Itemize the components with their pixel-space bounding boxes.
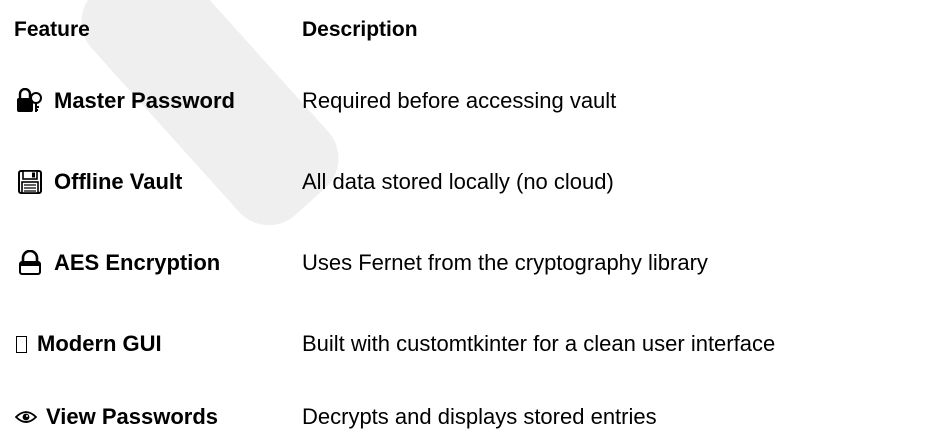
lock-icon (14, 250, 46, 276)
description-cell: Built with customtkinter for a clean use… (302, 331, 776, 356)
table-row: AES Encryption Uses Fernet from the cryp… (0, 243, 946, 283)
description-cell: Decrypts and displays stored entries (302, 404, 657, 429)
feature-label: Modern GUI (37, 331, 162, 356)
feature-column-header: Feature (14, 18, 90, 41)
description-column-header: Description (302, 18, 418, 41)
feature-cell: Offline Vault (14, 162, 182, 202)
missing-glyph-icon (16, 335, 27, 353)
feature-cell: Modern GUI (14, 324, 162, 364)
table-row: Master Password Required before accessin… (0, 81, 946, 121)
key-lock-icon (14, 88, 46, 114)
feature-label: Master Password (54, 88, 235, 113)
feature-cell: AES Encryption (14, 243, 220, 283)
table-row: Offline Vault All data stored locally (n… (0, 162, 946, 202)
table-row: View Passwords Decrypts and displays sto… (0, 397, 946, 437)
table-header-row: Feature Description (0, 10, 946, 50)
table-row: Modern GUI Built with customtkinter for … (0, 324, 946, 364)
feature-cell: View Passwords (14, 397, 218, 437)
feature-label: View Passwords (46, 404, 219, 429)
description-cell: Uses Fernet from the cryptography librar… (302, 250, 708, 275)
feature-label: Offline Vault (54, 169, 183, 194)
feature-cell: Master Password (14, 81, 235, 121)
feature-label: AES Encryption (54, 250, 221, 275)
eye-icon (14, 404, 38, 430)
floppy-disk-icon (14, 169, 46, 195)
description-cell: Required before accessing vault (302, 88, 617, 113)
description-cell: All data stored locally (no cloud) (302, 169, 614, 194)
